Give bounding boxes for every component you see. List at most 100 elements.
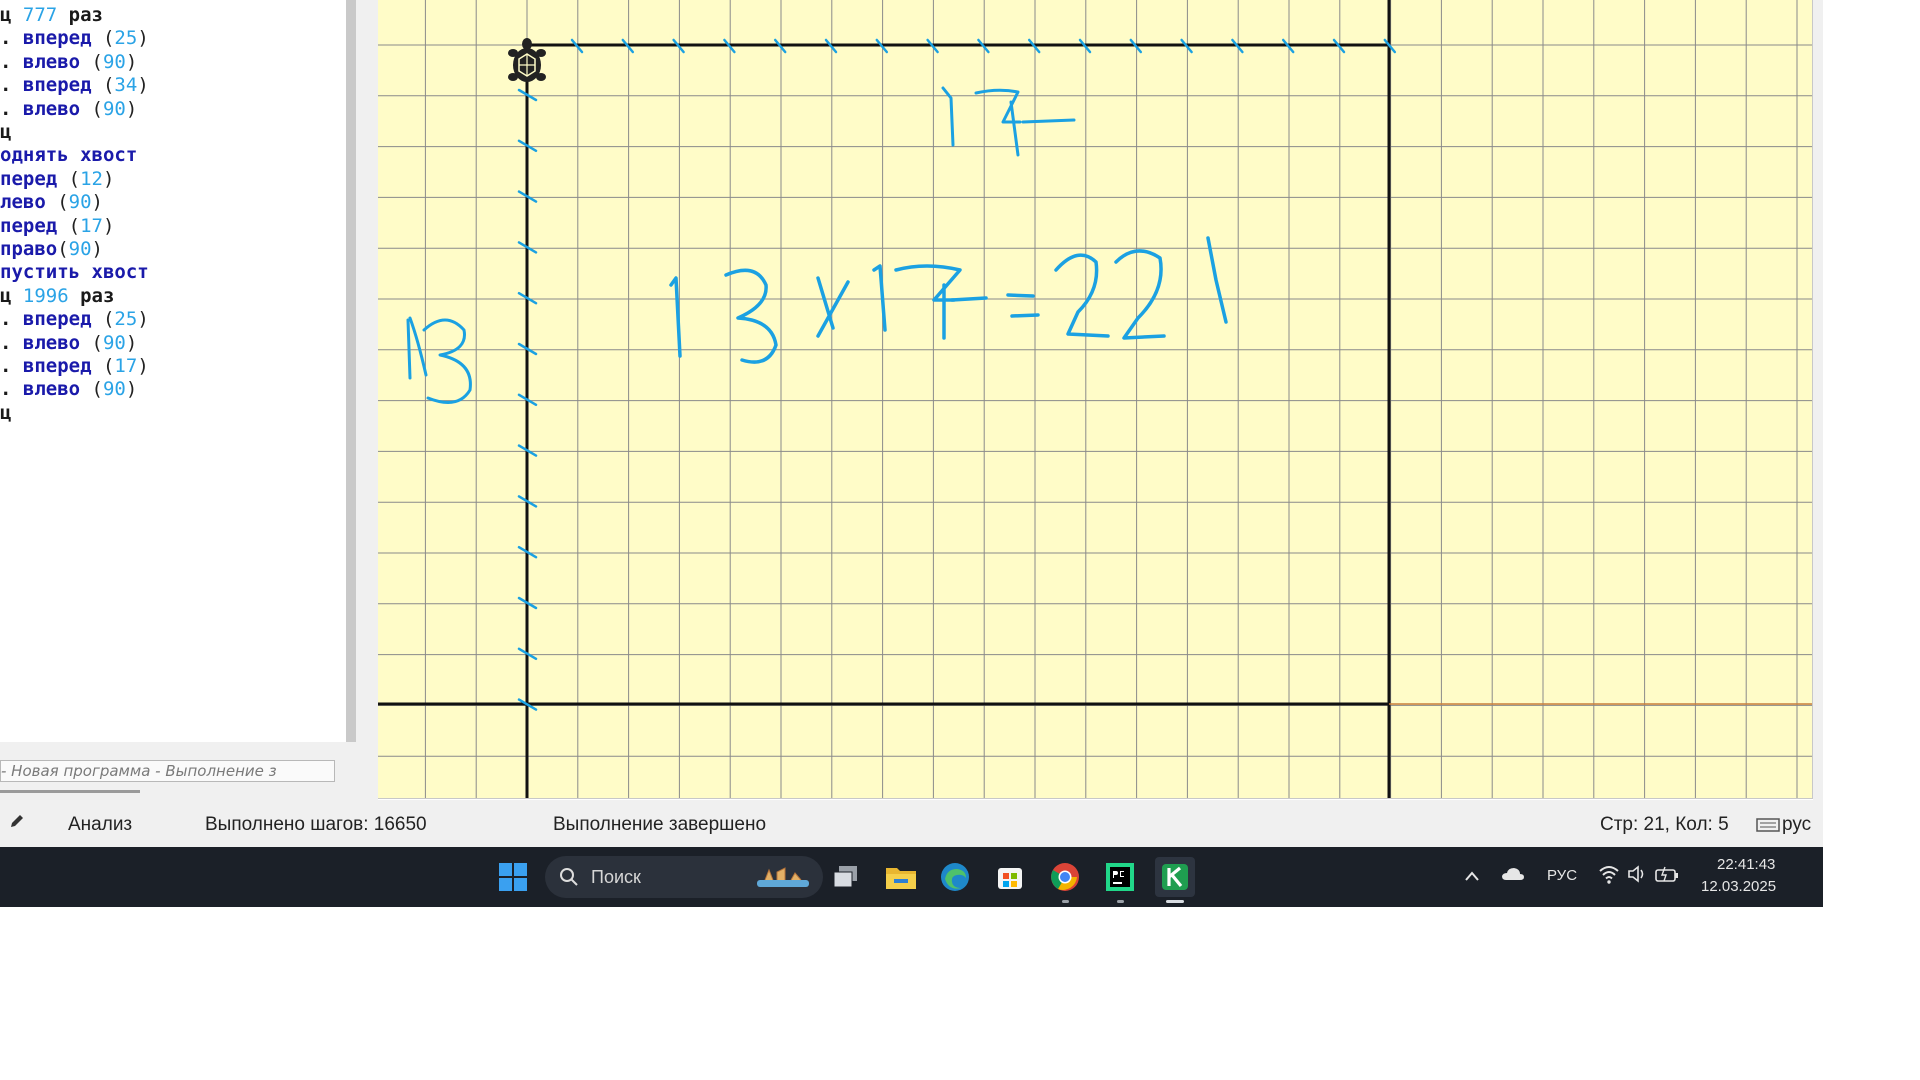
code-token: .: [0, 97, 23, 120]
editor-scrollbar[interactable]: [346, 0, 356, 742]
code-line[interactable]: пустить хвост: [0, 261, 149, 284]
program-tab-label: - Новая программа - Выполнение з: [1, 762, 277, 780]
ink-annotation-equation: [669, 236, 1228, 364]
file-explorer-icon[interactable]: [881, 857, 921, 897]
chrome-icon[interactable]: [1045, 857, 1085, 903]
ink-tick-marks: [517, 38, 1397, 711]
search-icon: [559, 867, 579, 891]
edge-browser-icon[interactable]: [935, 857, 975, 897]
taskbar: Поиск РУС 22:41:43 12.03.2025: [0, 847, 1823, 907]
code-token: 25: [114, 308, 138, 331]
battery-icon[interactable]: [1655, 865, 1679, 887]
code-line[interactable]: право(90): [0, 238, 103, 261]
input-language[interactable]: рус: [1782, 814, 1811, 836]
code-token: .: [0, 331, 23, 354]
code-token: влево: [22, 97, 81, 120]
code-line[interactable]: . влево (90): [0, 332, 137, 355]
code-token: вперед: [22, 27, 92, 50]
code-token: ): [125, 50, 138, 73]
ink-annotation-17: [941, 86, 1076, 157]
code-token: перед: [0, 167, 58, 190]
pencil-icon[interactable]: [8, 812, 26, 836]
code-token: (: [91, 27, 115, 50]
code-token: 34: [114, 74, 138, 97]
volume-icon[interactable]: [1627, 865, 1647, 887]
kumir-active-indicator: [1166, 900, 1184, 903]
splitter[interactable]: [356, 0, 378, 800]
code-line[interactable]: однять хвост: [0, 144, 137, 167]
grid: [378, 0, 1812, 798]
code-line[interactable]: ц 777 раз: [0, 4, 103, 27]
code-line[interactable]: ц: [0, 121, 11, 144]
code-token: (: [57, 238, 69, 260]
search-highlight-icon: [755, 864, 811, 894]
code-token: раз: [68, 284, 115, 307]
code-token: (: [91, 74, 115, 97]
task-view-icon[interactable]: [826, 857, 866, 897]
code-line[interactable]: . вперед (25): [0, 308, 149, 331]
windows-start-icon[interactable]: [493, 857, 533, 897]
code-token: .: [0, 27, 23, 50]
code-line[interactable]: лево (90): [0, 191, 103, 214]
code-token: (: [57, 167, 81, 190]
program-tab[interactable]: - Новая программа - Выполнение з: [0, 760, 335, 782]
code-token: (: [45, 191, 69, 214]
code-line[interactable]: ц 1996 раз: [0, 285, 114, 308]
chevron-up-icon[interactable]: [1464, 867, 1480, 886]
clock-date[interactable]: 12.03.2025: [1701, 878, 1776, 895]
code-line[interactable]: перед (17): [0, 215, 114, 238]
code-line[interactable]: . влево (90): [0, 378, 137, 401]
code-token: 25: [114, 27, 138, 50]
code-line[interactable]: . вперед (34): [0, 74, 149, 97]
code-token: ц: [0, 401, 12, 424]
code-token: ): [125, 378, 138, 401]
search-placeholder: Поиск: [591, 867, 641, 887]
code-token: раз: [57, 4, 103, 26]
code-editor[interactable]: ц 777 раз. вперед (25). влево (90). впер…: [0, 0, 349, 742]
code-token: ): [91, 238, 103, 260]
code-token: ): [102, 167, 115, 190]
code-token: ): [125, 331, 138, 354]
code-line[interactable]: . вперед (17): [0, 355, 149, 378]
code-token: 90: [102, 378, 126, 401]
turtle-canvas[interactable]: [378, 0, 1813, 799]
code-token: вперед: [22, 308, 92, 331]
status-bar: Анализ Выполнено шагов: 16650 Выполнение…: [0, 800, 1823, 847]
microsoft-store-icon[interactable]: [990, 857, 1030, 897]
code-line[interactable]: . влево (90): [0, 98, 137, 121]
code-token: ): [137, 355, 149, 377]
execution-status: Выполнение завершено: [553, 814, 767, 835]
code-line[interactable]: . влево (90): [0, 51, 137, 74]
code-line[interactable]: перед (12): [0, 168, 114, 191]
code-token: 90: [102, 50, 126, 73]
canvas-margin: [1813, 0, 1823, 800]
analysis-label[interactable]: Анализ: [68, 814, 132, 836]
code-token: однять хвост: [0, 144, 138, 167]
code-line[interactable]: . вперед (25): [0, 27, 149, 50]
code-token: 1996: [22, 284, 69, 307]
code-token: пустить хвост: [0, 261, 149, 284]
pycharm-icon[interactable]: [1100, 857, 1140, 903]
code-token: 777: [22, 4, 58, 26]
canvas-drawing: [378, 0, 1812, 798]
code-token: 17: [80, 214, 103, 237]
clock-time[interactable]: 22:41:43: [1717, 856, 1775, 873]
code-line[interactable]: ц: [0, 402, 11, 425]
tab-scrollbar[interactable]: [0, 790, 140, 793]
steps-counter: Выполнено шагов: 16650: [205, 814, 427, 835]
code-token: ): [91, 191, 103, 214]
code-token: право: [0, 238, 58, 260]
cursor-position: Стр: 21, Кол: 5: [1600, 814, 1729, 835]
wifi-icon[interactable]: [1598, 864, 1620, 888]
code-token: ): [137, 308, 149, 331]
keyboard-language[interactable]: РУС: [1547, 867, 1577, 884]
code-token: ): [125, 97, 138, 120]
keyboard-icon: [1756, 816, 1780, 838]
code-token: 90: [68, 191, 92, 214]
kumir-icon[interactable]: [1155, 857, 1195, 903]
onedrive-cloud-icon[interactable]: [1501, 866, 1525, 886]
code-token: (: [80, 97, 103, 120]
taskbar-search[interactable]: Поиск: [545, 856, 823, 898]
code-token: .: [0, 74, 23, 97]
code-token: перед: [0, 214, 58, 237]
